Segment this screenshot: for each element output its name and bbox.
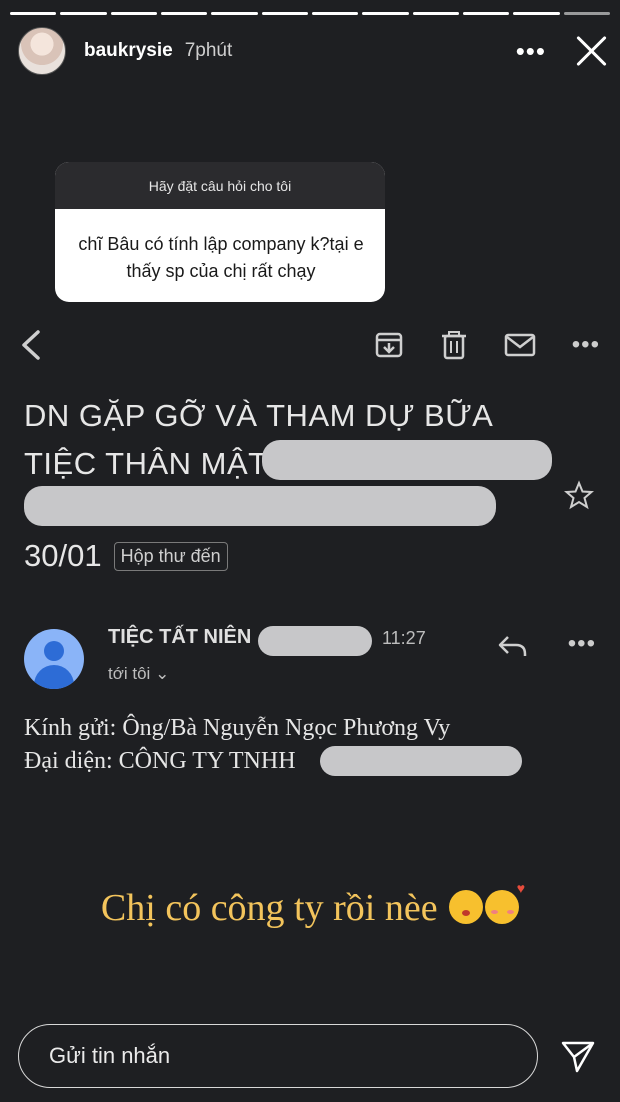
progress-segment — [10, 12, 57, 15]
progress-segment — [60, 12, 107, 15]
sender-row: TIỆC TẤT NIÊN 11:27 tới tôi ⌄ ••• — [24, 622, 598, 692]
progress-segment — [563, 12, 610, 15]
message-input[interactable] — [49, 1043, 537, 1069]
progress-segment — [211, 12, 258, 15]
sender-name: TIỆC TẤT NIÊN — [108, 626, 252, 648]
progress-segment — [513, 12, 560, 15]
story-caption: Chị có công ty rồi nèe — [0, 882, 620, 930]
caption-text: Chị có công ty rồi nèe — [100, 887, 438, 929]
smiling-face-with-hearts-icon — [485, 882, 525, 924]
story-time: 7phút — [184, 40, 233, 61]
more-icon[interactable]: ••• — [516, 38, 546, 64]
message-bar[interactable] — [18, 1024, 538, 1088]
profile-avatar[interactable] — [18, 27, 66, 75]
sent-time: 11:27 — [382, 628, 426, 648]
story-progress-bar — [10, 12, 610, 15]
recipient-details[interactable]: tới tôi ⌄ — [108, 664, 169, 684]
mail-toolbar: ••• — [20, 325, 600, 365]
inbox-label[interactable]: Hộp thư đến — [113, 541, 228, 571]
redaction-blur — [262, 440, 552, 480]
progress-segment — [261, 12, 308, 15]
username[interactable]: baukrysie — [84, 40, 173, 62]
mail-icon[interactable] — [504, 332, 536, 358]
redaction-blur — [320, 746, 522, 776]
redaction-blur — [258, 626, 372, 656]
trash-icon[interactable] — [440, 330, 468, 360]
redaction-blur — [24, 486, 496, 526]
more-options-icon[interactable]: ••• — [572, 331, 600, 359]
sender-avatar — [24, 629, 84, 689]
recipient-label: tới tôi — [108, 664, 151, 683]
reply-icon[interactable] — [498, 634, 528, 663]
chevron-down-icon: ⌄ — [155, 664, 170, 683]
progress-segment — [160, 12, 208, 15]
star-icon[interactable] — [563, 480, 595, 515]
email-body-line: Kính gửi: Ông/Bà Nguyễn Ngọc Phương Vy — [24, 715, 451, 741]
question-sticker[interactable]: Hãy đặt câu hỏi cho tôi chĩ Bâu có tính … — [55, 162, 385, 302]
progress-segment — [412, 12, 459, 15]
progress-segment — [311, 12, 359, 15]
email-date: 30/01 — [24, 538, 102, 573]
question-sticker-header: Hãy đặt câu hỏi cho tôi — [55, 162, 385, 209]
send-icon[interactable] — [560, 1038, 596, 1079]
more-icon[interactable]: ••• — [568, 630, 596, 658]
kissing-face-icon — [449, 890, 484, 924]
progress-segment — [362, 12, 409, 15]
progress-segment — [462, 12, 510, 15]
progress-segment — [110, 12, 157, 15]
close-icon[interactable] — [574, 34, 608, 68]
back-arrow-icon[interactable] — [20, 328, 42, 362]
email-date-row: 30/01 Hộp thư đến — [24, 538, 228, 574]
archive-icon[interactable] — [374, 330, 404, 360]
story-header: baukrysie 7phút ••• — [18, 25, 608, 77]
question-sticker-text: chĩ Bâu có tính lập company k?tại e thấy… — [78, 234, 364, 281]
email-subject-line: DN GẶP GỠ VÀ THAM DỰ BỮA — [24, 398, 494, 433]
